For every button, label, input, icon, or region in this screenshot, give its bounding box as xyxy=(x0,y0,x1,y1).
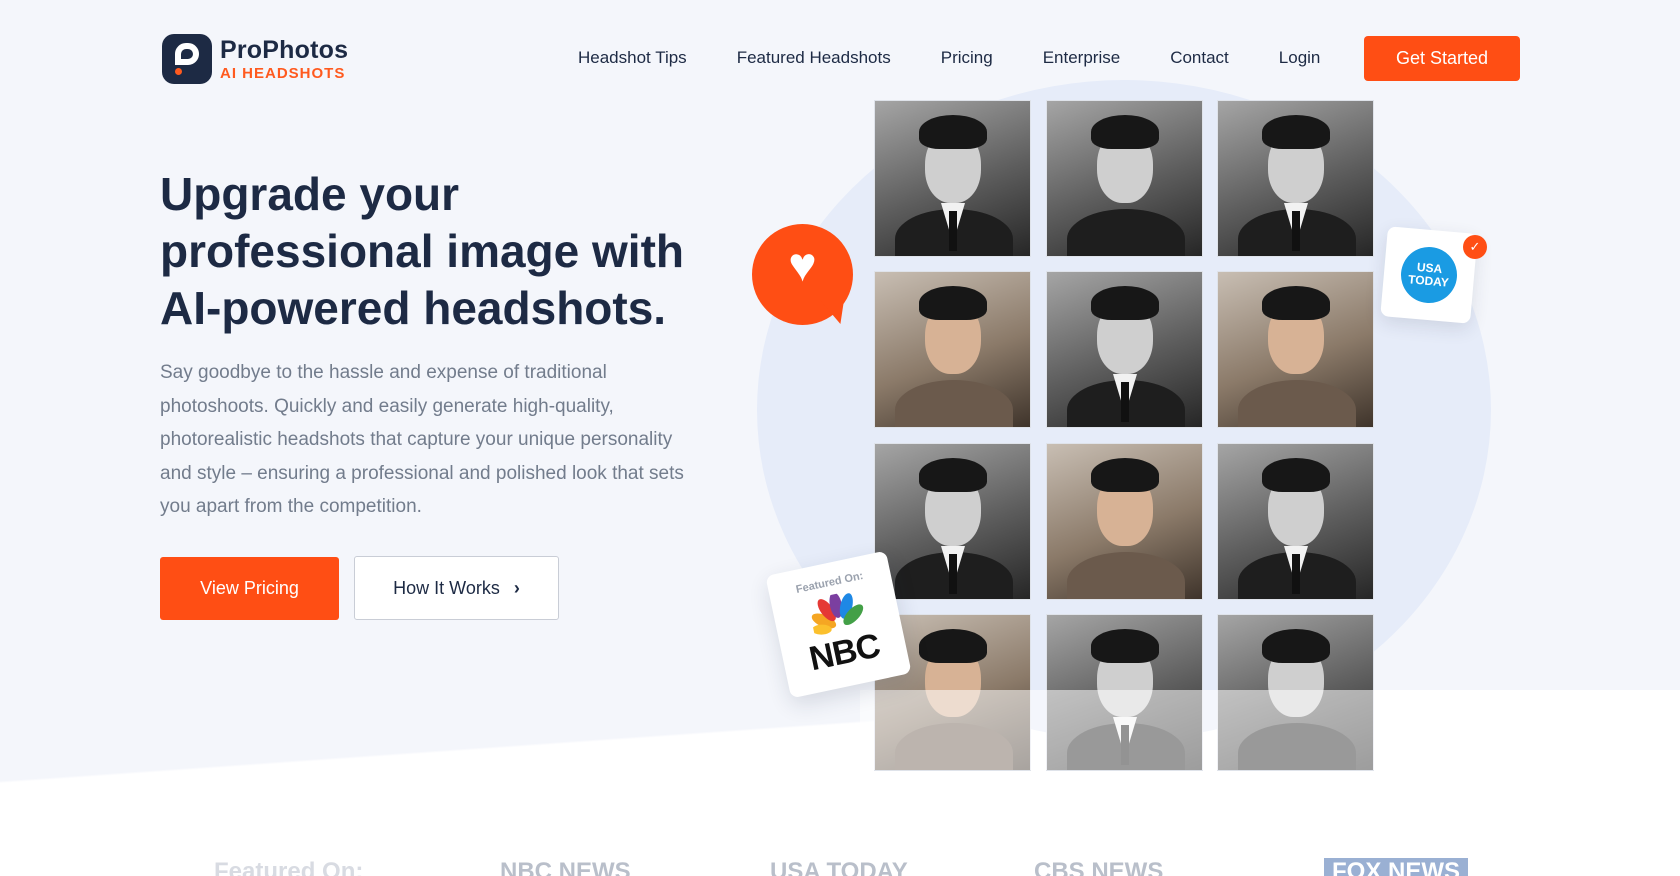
nbc-featured-card: Featured On: NBC xyxy=(765,550,912,699)
headshot-image xyxy=(1217,271,1374,428)
headshot-image xyxy=(1046,100,1203,257)
headshot-image xyxy=(1046,271,1203,428)
brand-logo[interactable]: ProPhotos AI HEADSHOTS xyxy=(162,34,348,84)
usa-today-logo-strip: USA TODAY xyxy=(770,858,908,876)
brand-name: ProPhotos xyxy=(220,35,349,64)
brand-tagline: AI HEADSHOTS xyxy=(220,64,346,82)
featured-strip: Featured On: NBC NEWS USA TODAY CBS NEWS… xyxy=(0,858,1680,876)
logo-icon xyxy=(162,34,212,84)
cbs-news-logo: CBS NEWS xyxy=(1034,858,1164,876)
view-pricing-button[interactable]: View Pricing xyxy=(160,557,339,620)
nbc-news-logo: NBC NEWS xyxy=(500,858,631,876)
hero-divider xyxy=(0,690,1680,800)
headshot-image xyxy=(1217,443,1374,600)
how-it-works-button[interactable]: How It Works › xyxy=(354,556,559,620)
headshot-image xyxy=(1046,443,1203,600)
featured-label: Featured On: xyxy=(214,858,364,876)
view-pricing-label: View Pricing xyxy=(200,578,299,598)
hero-subtext: Say goodbye to the hassle and expense of… xyxy=(160,362,684,517)
chevron-right-icon: › xyxy=(513,577,520,598)
usa-today-logo: USA TODAY xyxy=(1398,244,1460,306)
nav-featured-headshots[interactable]: Featured Headshots xyxy=(737,48,891,68)
nav-login[interactable]: Login xyxy=(1279,48,1321,68)
fox-news-logo: FOX NEWS xyxy=(1324,858,1469,876)
headshot-image xyxy=(874,100,1031,257)
nav-headshot-tips[interactable]: Headshot Tips xyxy=(578,48,687,68)
nav-contact[interactable]: Contact xyxy=(1170,48,1229,68)
grid-fade-overlay xyxy=(860,690,1380,770)
main-nav: Headshot Tips Featured Headshots Pricing… xyxy=(578,48,1370,68)
nav-pricing[interactable]: Pricing xyxy=(941,48,993,68)
usa-today-card: USA TODAY xyxy=(1380,226,1478,324)
headshot-image xyxy=(874,271,1031,428)
heart-icon: ♥ xyxy=(788,239,817,292)
headshot-image xyxy=(874,443,1031,600)
get-started-button[interactable]: Get Started xyxy=(1364,36,1520,81)
heart-bubble: ♥ xyxy=(752,224,853,325)
check-icon: ✓ xyxy=(1463,235,1487,259)
hero-headline: Upgrade your professional image with AI-… xyxy=(160,168,684,334)
how-it-works-label: How It Works xyxy=(393,577,500,598)
headshot-image xyxy=(1217,100,1374,257)
nav-enterprise[interactable]: Enterprise xyxy=(1043,48,1120,68)
